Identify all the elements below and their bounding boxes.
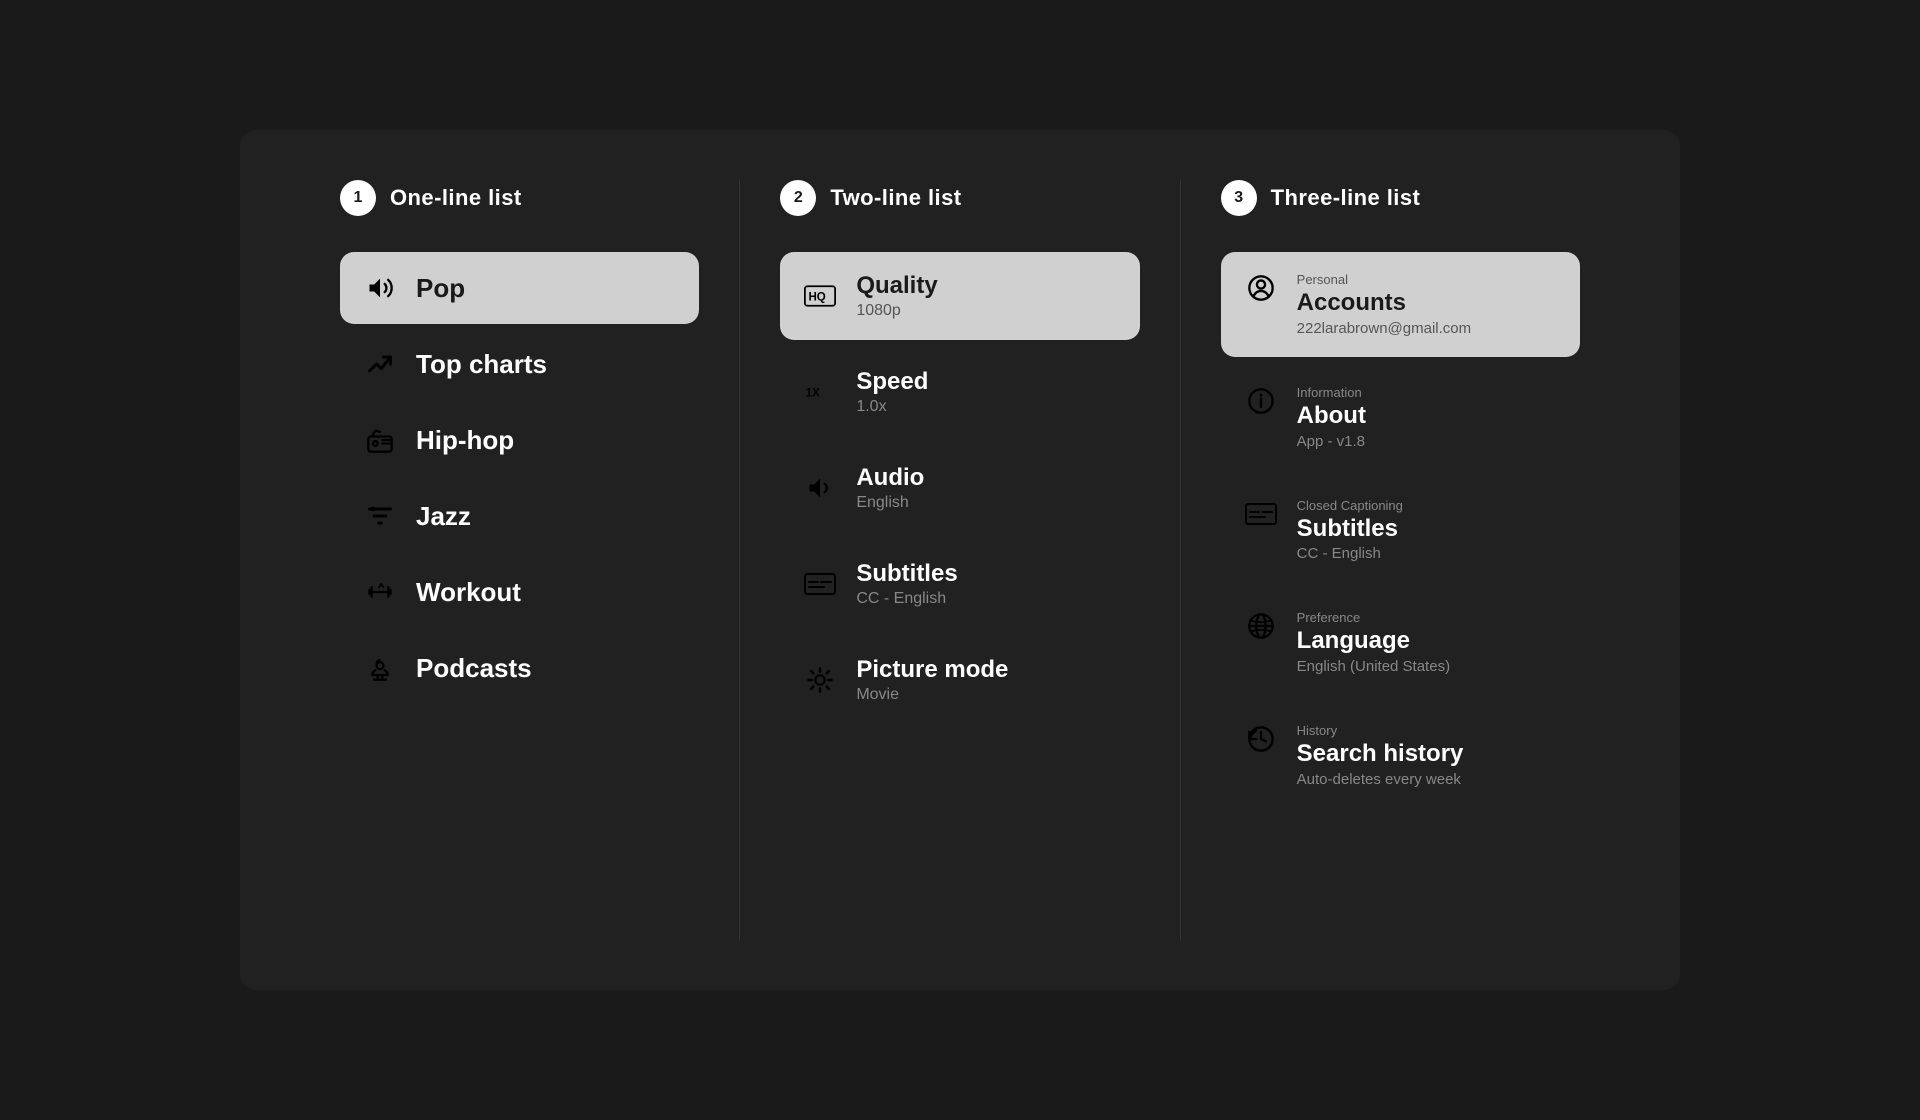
column-two-line: 2 Two-line list HQ Quality 1080p 1X [740,180,1180,940]
list-item-language[interactable]: Preference Language English (United Stat… [1221,590,1580,695]
speed-text: Speed 1.0x [856,368,928,416]
svg-text:1X: 1X [806,387,820,399]
list-item-podcasts[interactable]: Podcasts [340,632,699,704]
column-one-title: One-line list [390,185,522,211]
about-label: About [1297,402,1366,431]
column-two-title: Two-line list [830,185,961,211]
history-icon [1245,723,1277,755]
search-history-sublabel: Auto-deletes every week [1297,771,1464,788]
pop-label: Pop [416,273,465,304]
column-three-line: 3 Three-line list Personal Accounts 222l… [1181,180,1620,940]
list-item-cc-subtitles[interactable]: Closed Captioning Subtitles CC - English [1221,478,1580,583]
accounts-sublabel: 222larabrown@gmail.com [1297,320,1471,337]
speed-sublabel: 1.0x [856,398,928,416]
search-history-text: History Search history Auto-deletes ever… [1297,723,1464,788]
list-item-jazz[interactable]: Jazz [340,480,699,552]
column-two-header: 2 Two-line list [780,180,1139,216]
language-label: Language [1297,627,1450,656]
speed-label: Speed [856,368,928,396]
workout-label: Workout [416,577,521,608]
cc-subtitles-overline: Closed Captioning [1297,498,1403,513]
column-three-header: 3 Three-line list [1221,180,1580,216]
column-one-line: 1 One-line list Pop Top charts [300,180,740,940]
quality-sublabel: 1080p [856,302,937,320]
accounts-text: Personal Accounts 222larabrown@gmail.com [1297,272,1471,337]
column-two-number: 2 [780,180,816,216]
about-overline: Information [1297,385,1366,400]
audio-text: Audio English [856,464,924,512]
audio-label: Audio [856,464,924,492]
picture-mode-sublabel: Movie [856,686,1008,704]
quality-text: Quality 1080p [856,272,937,320]
picture-mode-label: Picture mode [856,656,1008,684]
subtitles-icon [804,568,836,600]
account-icon [1245,272,1277,304]
podcast-icon [364,652,396,684]
audio-icon [804,472,836,504]
globe-icon [1245,610,1277,642]
list-item-speed[interactable]: 1X Speed 1.0x [780,348,1139,436]
column-one-header: 1 One-line list [340,180,699,216]
about-text: Information About App - v1.8 [1297,385,1366,450]
audio-sublabel: English [856,494,924,512]
column-one-number: 1 [340,180,376,216]
megaphone-icon [364,272,396,304]
subtitles-sublabel: CC - English [856,590,957,608]
subtitles-text: Subtitles CC - English [856,560,957,608]
list-item-quality[interactable]: HQ Quality 1080p [780,252,1139,340]
list-item-workout[interactable]: Workout [340,556,699,628]
language-overline: Preference [1297,610,1450,625]
search-history-overline: History [1297,723,1464,738]
quality-label: Quality [856,272,937,300]
svg-text:HQ: HQ [809,291,826,303]
list-item-about[interactable]: Information About App - v1.8 [1221,365,1580,470]
speed-icon: 1X [804,376,836,408]
column-three-title: Three-line list [1271,185,1421,211]
language-sublabel: English (United States) [1297,658,1450,675]
language-text: Preference Language English (United Stat… [1297,610,1450,675]
cc-subtitles-sublabel: CC - English [1297,545,1403,562]
jazz-label: Jazz [416,501,471,532]
list-item-hip-hop[interactable]: Hip-hop [340,404,699,476]
list-item-subtitles[interactable]: Subtitles CC - English [780,540,1139,628]
search-history-label: Search history [1297,740,1464,769]
column-three-number: 3 [1221,180,1257,216]
top-charts-label: Top charts [416,349,547,380]
trending-up-icon [364,348,396,380]
list-item-accounts[interactable]: Personal Accounts 222larabrown@gmail.com [1221,252,1580,357]
accounts-overline: Personal [1297,272,1471,287]
cc-subtitles-text: Closed Captioning Subtitles CC - English [1297,498,1403,563]
list-item-search-history[interactable]: History Search history Auto-deletes ever… [1221,703,1580,808]
cc-icon [1245,498,1277,530]
hq-icon: HQ [804,280,836,312]
hip-hop-label: Hip-hop [416,425,514,456]
subtitles-label: Subtitles [856,560,957,588]
picture-mode-icon [804,664,836,696]
list-item-audio[interactable]: Audio English [780,444,1139,532]
accounts-label: Accounts [1297,289,1471,318]
about-sublabel: App - v1.8 [1297,433,1366,450]
podcasts-label: Podcasts [416,653,532,684]
dumbbell-icon [364,576,396,608]
picture-mode-text: Picture mode Movie [856,656,1008,704]
cc-subtitles-label: Subtitles [1297,515,1403,544]
main-container: 1 One-line list Pop Top charts [240,130,1680,990]
info-icon [1245,385,1277,417]
list-item-top-charts[interactable]: Top charts [340,328,699,400]
list-item-picture-mode[interactable]: Picture mode Movie [780,636,1139,724]
music-filter-icon [364,500,396,532]
list-item-pop[interactable]: Pop [340,252,699,324]
radio-icon [364,424,396,456]
